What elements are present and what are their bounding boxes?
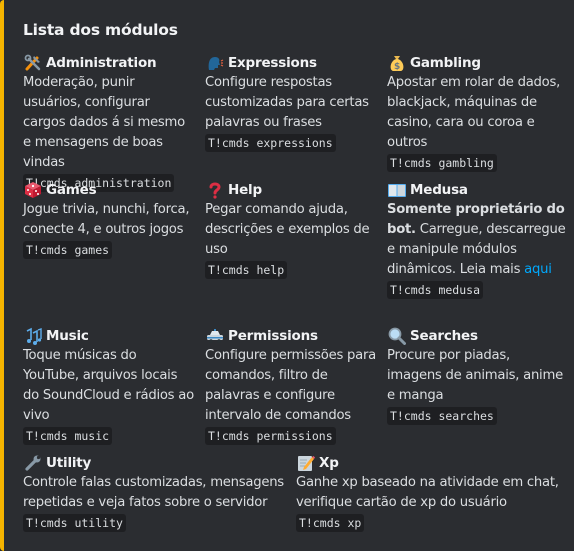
embed-card: Lista dos módulos Administration Moderaç… (0, 0, 574, 551)
musical-notes-icon (23, 327, 43, 345)
field-description: Apostar em rolar de dados, blackjack, má… (387, 75, 561, 150)
command-code[interactable]: T!cmds music (23, 427, 113, 445)
field-description: Somente proprietário do bot. Carregue, d… (387, 200, 567, 280)
module-field-administration: Administration Moderação, punir usuários… (23, 53, 193, 194)
module-field-utility: Utility Controle falas customizadas, men… (23, 453, 288, 534)
open-book-icon (387, 181, 407, 199)
module-field-medusa: Medusa Somente proprietário do bot. Carr… (387, 180, 567, 301)
field-description: Ganhe xp baseado na atividade em chat, v… (296, 475, 559, 510)
game-die-icon (23, 181, 43, 199)
module-field-expressions: Expressions Configure respostas customiz… (205, 53, 377, 154)
field-description: Pegar comando ajuda, descrições e exempl… (205, 202, 370, 257)
speaking-head-icon (205, 54, 225, 72)
module-field-gambling: $ Gambling Apostar em rolar de dados, bl… (387, 53, 567, 174)
module-field-searches: Searches Procure por piadas, imagens de … (387, 326, 567, 427)
field-description: Configure respostas customizadas para ce… (205, 75, 369, 130)
field-name: Permissions (228, 328, 318, 344)
field-name: Searches (410, 328, 478, 344)
field-name: Gambling (410, 55, 481, 71)
wrench-icon (23, 454, 43, 472)
command-code[interactable]: T!cmds searches (387, 407, 497, 425)
money-bag-icon: $ (387, 54, 407, 72)
field-description: Procure por piadas, imagens de animais, … (387, 348, 563, 403)
field-description: Configure permissões para comandos, filt… (205, 348, 376, 423)
command-code[interactable]: T!cmds xp (296, 514, 365, 532)
command-code[interactable]: T!cmds expressions (205, 134, 336, 152)
module-field-games: Games Jogue trivia, nunchi, forca, conec… (23, 180, 195, 261)
memo-icon (296, 454, 316, 472)
hammer-and-wrench-icon (23, 54, 43, 72)
svg-text:$: $ (394, 62, 400, 72)
field-name: Administration (46, 55, 157, 71)
command-code[interactable]: T!cmds gambling (387, 154, 497, 172)
read-more-link[interactable]: aqui (524, 262, 552, 277)
field-name: Music (46, 328, 89, 344)
command-code[interactable]: T!cmds utility (23, 514, 126, 532)
field-description: Moderação, punir usuários, configurar ca… (23, 75, 185, 170)
field-name: Games (46, 182, 97, 198)
module-field-permissions: Permissions Configure permissões para co… (205, 326, 381, 447)
field-name: Expressions (228, 55, 317, 71)
field-description: Controle falas customizadas, mensagens r… (23, 475, 284, 510)
question-mark-icon (205, 181, 225, 199)
field-name: Utility (46, 455, 92, 471)
embed-title: Lista dos módulos (23, 21, 178, 39)
module-field-music: Music Toque músicas do YouTube, arquivos… (23, 326, 195, 447)
field-description: Toque músicas do YouTube, arquivos locai… (23, 348, 194, 423)
police-car-icon (205, 327, 225, 345)
field-name: Help (228, 182, 262, 198)
field-name: Medusa (410, 182, 468, 198)
command-code[interactable]: T!cmds permissions (205, 427, 336, 445)
command-code[interactable]: T!cmds help (205, 261, 288, 279)
command-code[interactable]: T!cmds medusa (387, 281, 484, 299)
field-name: Xp (319, 455, 339, 471)
command-code[interactable]: T!cmds games (23, 241, 113, 259)
field-description: Jogue trivia, nunchi, forca, conecte 4, … (23, 202, 190, 237)
module-field-xp: Xp Ganhe xp baseado na atividade em chat… (296, 453, 568, 534)
magnifying-glass-icon (387, 327, 407, 345)
module-field-help: Help Pegar comando ajuda, descrições e e… (205, 180, 377, 281)
